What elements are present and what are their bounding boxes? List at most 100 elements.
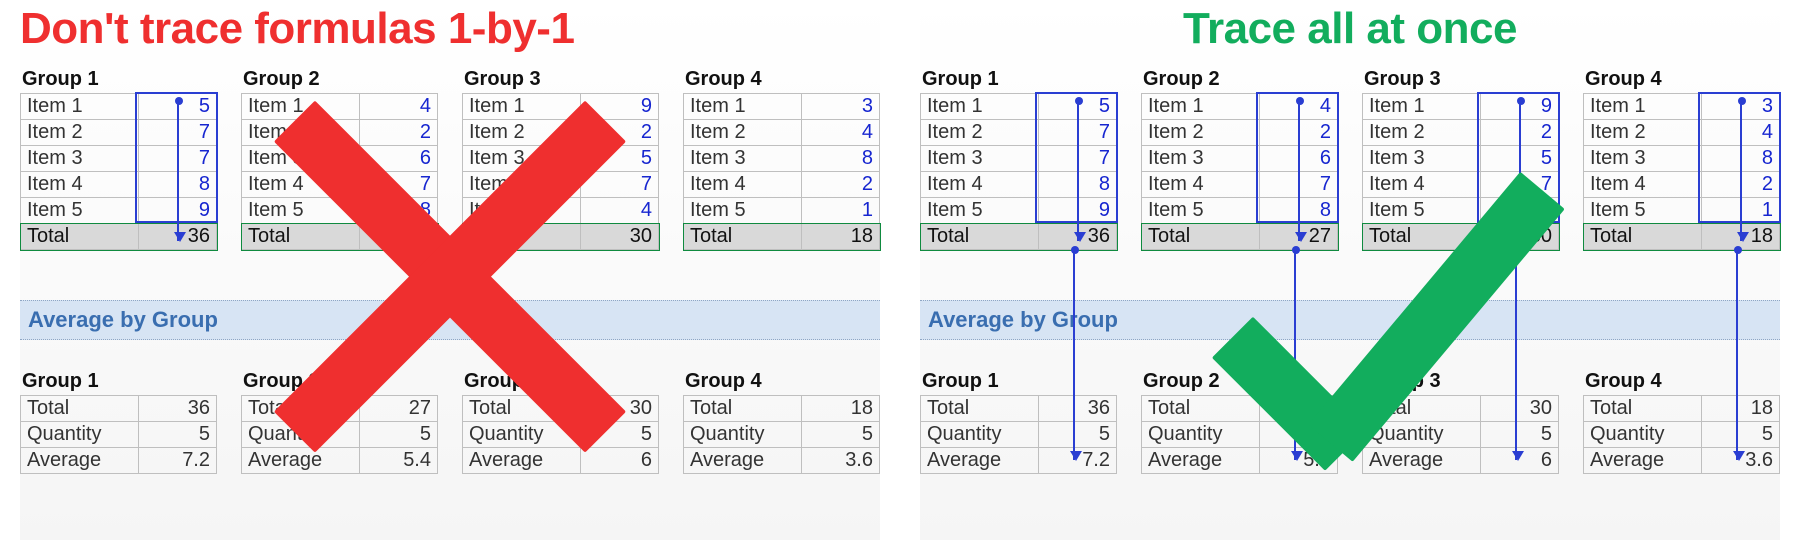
summary-total-label: Total xyxy=(463,396,581,422)
item-label: Item 4 xyxy=(463,172,581,198)
summary-title: Group 3 xyxy=(462,370,659,395)
summary-total-value[interactable]: 36 xyxy=(138,396,216,422)
total-row: Total36 xyxy=(21,224,217,250)
trace-arrow-icon xyxy=(1298,101,1300,241)
item-value-cell[interactable]: 2 xyxy=(580,120,658,146)
item-value-cell[interactable]: 6 xyxy=(359,146,437,172)
total-label: Total xyxy=(684,224,802,250)
table-row: Item 42 xyxy=(684,172,880,198)
summary-quantity-value[interactable]: 5 xyxy=(1701,422,1779,448)
item-label: Item 5 xyxy=(1584,198,1702,224)
item-value-cell[interactable]: 5 xyxy=(580,146,658,172)
group-block: Group 3Item 19Item 22Item 35Item 47Item … xyxy=(462,68,659,250)
item-value-cell[interactable]: 8 xyxy=(359,198,437,224)
table-row: Average6 xyxy=(1363,448,1559,474)
item-label: Item 4 xyxy=(1363,172,1481,198)
item-value-cell[interactable]: 3 xyxy=(801,94,879,120)
summary-average-value[interactable]: 3.6 xyxy=(801,448,879,474)
summary-average-value[interactable]: 6 xyxy=(580,448,658,474)
summary-total-value[interactable]: 18 xyxy=(1701,396,1779,422)
total-value-cell[interactable]: 27 xyxy=(359,224,437,250)
summary-total-label: Total xyxy=(1142,396,1260,422)
item-label: Item 5 xyxy=(242,198,360,224)
total-label: Total xyxy=(1142,224,1260,250)
item-value-cell[interactable]: 4 xyxy=(801,120,879,146)
table-row: Item 48 xyxy=(21,172,217,198)
table-row: Quantity5 xyxy=(684,422,880,448)
item-label: Item 3 xyxy=(1363,146,1481,172)
item-label: Item 5 xyxy=(1142,198,1260,224)
table-row: Item 22 xyxy=(463,120,659,146)
summary-quantity-value[interactable]: 5 xyxy=(1259,422,1337,448)
summary-row-right: Group 1Total36Quantity5Average7.2Group 2… xyxy=(920,370,1780,474)
item-value-cell[interactable]: 1 xyxy=(801,198,879,224)
item-label: Item 1 xyxy=(242,94,360,120)
table-row: Item 13 xyxy=(684,94,880,120)
table-row: Total27 xyxy=(1142,396,1338,422)
table-row: Quantity5 xyxy=(463,422,659,448)
item-value-cell[interactable]: 8 xyxy=(801,146,879,172)
summary-total-value[interactable]: 30 xyxy=(580,396,658,422)
summary-total-value[interactable]: 27 xyxy=(1259,396,1337,422)
trace-dependent-arrow-icon xyxy=(1515,250,1517,460)
summary-quantity-value[interactable]: 5 xyxy=(1038,422,1116,448)
table-row: Average5.4 xyxy=(242,448,438,474)
item-value-cell[interactable]: 7 xyxy=(359,172,437,198)
group-title: Group 4 xyxy=(683,68,880,93)
table-row: Average3.6 xyxy=(684,448,880,474)
item-label: Item 4 xyxy=(921,172,1039,198)
total-label: Total xyxy=(921,224,1039,250)
item-label: Item 1 xyxy=(21,94,139,120)
total-value-cell[interactable]: 18 xyxy=(801,224,879,250)
summary-quantity-value[interactable]: 5 xyxy=(580,422,658,448)
summary-average-label: Average xyxy=(463,448,581,474)
summary-quantity-value[interactable]: 5 xyxy=(138,422,216,448)
trace-arrow-icon xyxy=(1077,101,1079,241)
table-row: Item 58 xyxy=(242,198,438,224)
summary-table: Total27Quantity5Average5.4 xyxy=(241,395,438,474)
summary-average-label: Average xyxy=(921,448,1039,474)
item-label: Item 1 xyxy=(1142,94,1260,120)
summary-total-value[interactable]: 18 xyxy=(801,396,879,422)
group-block: Group 1Item 15Item 27Item 37Item 48Item … xyxy=(20,68,217,250)
item-value-cell[interactable]: 9 xyxy=(580,94,658,120)
summary-total-label: Total xyxy=(21,396,139,422)
table-row: Item 47 xyxy=(1363,172,1559,198)
summary-total-label: Total xyxy=(921,396,1039,422)
summary-total-value[interactable]: 30 xyxy=(1480,396,1558,422)
total-label: Total xyxy=(242,224,360,250)
group-title: Group 1 xyxy=(920,68,1117,93)
item-value-cell[interactable]: 2 xyxy=(801,172,879,198)
summary-quantity-label: Quantity xyxy=(1142,422,1260,448)
group-title: Group 1 xyxy=(20,68,217,93)
table-row: Average7.2 xyxy=(21,448,217,474)
item-label: Item 1 xyxy=(463,94,581,120)
table-row: Item 22 xyxy=(242,120,438,146)
panel-left-inner: Don't trace formulas 1-by-1 Group 1Item … xyxy=(20,0,880,540)
item-value-cell[interactable]: 7 xyxy=(580,172,658,198)
table-row: Item 37 xyxy=(21,146,217,172)
summary-average-label: Average xyxy=(242,448,360,474)
table-row: Item 59 xyxy=(921,198,1117,224)
summary-quantity-value[interactable]: 5 xyxy=(801,422,879,448)
summary-block: Group 1Total36Quantity5Average7.2 xyxy=(20,370,217,474)
summary-quantity-value[interactable]: 5 xyxy=(359,422,437,448)
summary-average-value[interactable]: 5.4 xyxy=(359,448,437,474)
group-table: Item 13Item 24Item 38Item 42Item 51Total… xyxy=(683,93,880,250)
summary-quantity-value[interactable]: 5 xyxy=(1480,422,1558,448)
total-value-cell[interactable]: 30 xyxy=(580,224,658,250)
item-label: Item 3 xyxy=(242,146,360,172)
groups-row-left: Group 1Item 15Item 27Item 37Item 48Item … xyxy=(20,62,880,250)
item-value-cell[interactable]: 2 xyxy=(359,120,437,146)
summary-average-value[interactable]: 7.2 xyxy=(138,448,216,474)
item-value-cell[interactable]: 4 xyxy=(359,94,437,120)
summary-average-label: Average xyxy=(21,448,139,474)
group-title: Group 2 xyxy=(241,68,438,93)
summary-total-value[interactable]: 36 xyxy=(1038,396,1116,422)
summary-total-value[interactable]: 27 xyxy=(359,396,437,422)
item-value-cell[interactable]: 4 xyxy=(580,198,658,224)
summary-title: Group 1 xyxy=(920,370,1117,395)
summary-quantity-label: Quantity xyxy=(1584,422,1702,448)
table-row: Quantity5 xyxy=(242,422,438,448)
item-label: Item 5 xyxy=(1363,198,1481,224)
